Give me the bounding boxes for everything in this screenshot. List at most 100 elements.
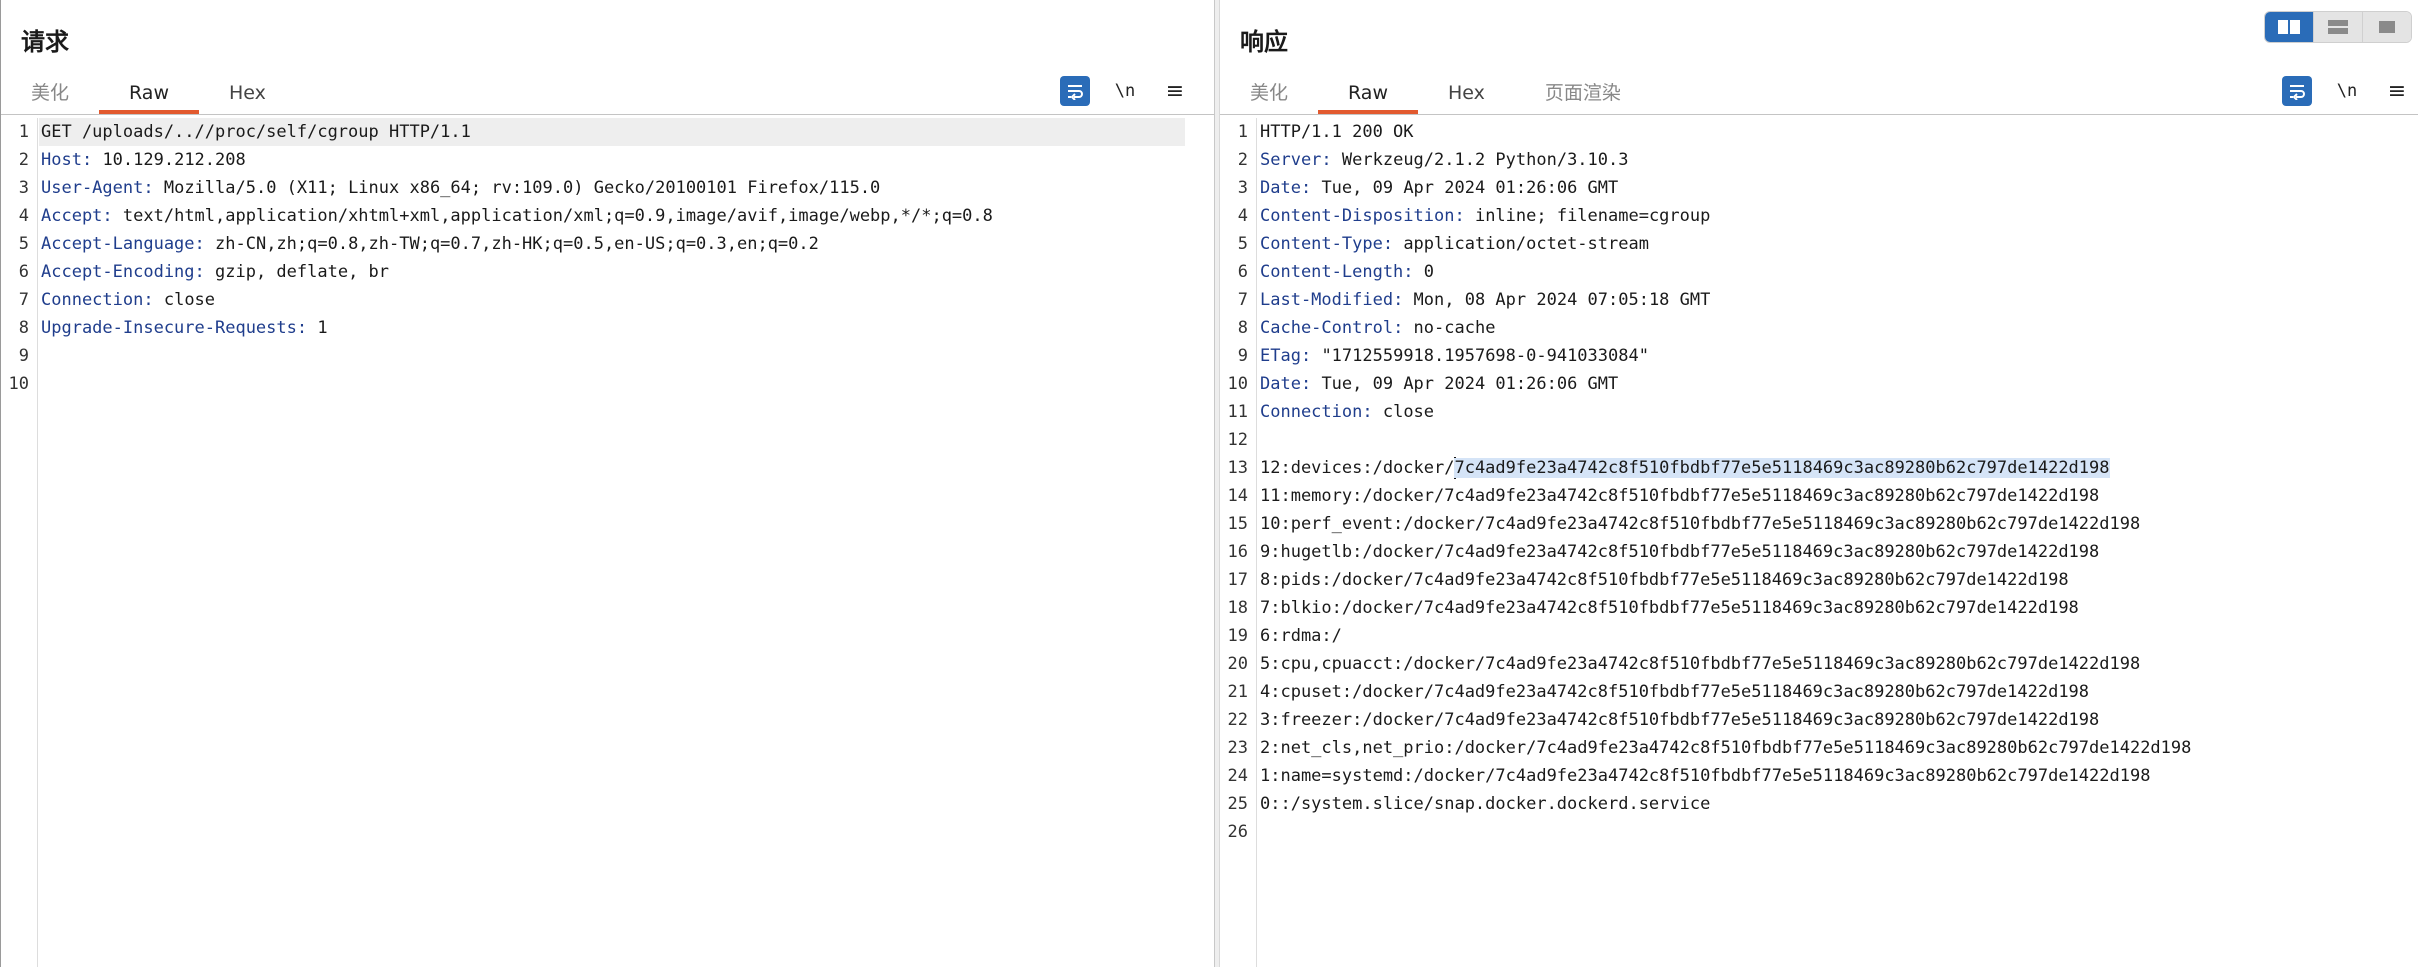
response-tabs: 美化 Raw Hex 页面渲染 — [1220, 78, 1651, 114]
line-number: 20 — [1227, 654, 1248, 674]
editor-line[interactable]: 3 User-Agent: Mozilla/5.0 (X11; Linux x86… — [1, 174, 1214, 202]
header-colon: : — [194, 262, 205, 282]
line-number: 8 — [18, 318, 29, 338]
line-content: 3:freezer:/docker/7c4ad9fe23a4742c8f510f… — [1260, 706, 2099, 734]
line-number: 10 — [1227, 374, 1248, 394]
editor-line[interactable]: 13 12:devices:/docker/7c4ad9fe23a4742c8f5… — [1220, 454, 2418, 482]
editor-line[interactable]: 1 GET /uploads/..//proc/self/cgroup HTTP/… — [1, 118, 1214, 146]
header-name: ETag — [1260, 346, 1301, 366]
menu-icon[interactable]: ≡ — [1160, 76, 1190, 106]
editor-line[interactable]: 8 Cache-Control: no-cache — [1220, 314, 2418, 342]
editor-line[interactable]: 23 2:net_cls,net_prio:/docker/7c4ad9fe23a… — [1220, 734, 2418, 762]
editor-line[interactable]: 12 — [1220, 426, 2418, 454]
wrap-lines-button[interactable] — [1060, 76, 1090, 106]
show-newlines-button[interactable]: \n — [1110, 76, 1140, 106]
editor-line[interactable]: 16 9:hugetlb:/docker/7c4ad9fe23a4742c8f51… — [1220, 538, 2418, 566]
line-text: 1:name=systemd:/docker/7c4ad9fe23a4742c8… — [1260, 766, 2151, 786]
editor-line[interactable]: 6 Accept-Encoding: gzip, deflate, br — [1, 258, 1214, 286]
line-content: 8:pids:/docker/7c4ad9fe23a4742c8f510fbdb… — [1260, 566, 2069, 594]
header-value: application/octet-stream — [1393, 234, 1649, 254]
request-title: 请求 — [21, 28, 69, 56]
editor-line[interactable]: 10 — [1, 370, 1214, 398]
tab-hex[interactable]: Hex — [1418, 78, 1515, 114]
tab-raw[interactable]: Raw — [99, 78, 199, 114]
tab-hex[interactable]: Hex — [199, 78, 296, 114]
editor-line[interactable]: 18 7:blkio:/docker/7c4ad9fe23a4742c8f510f… — [1220, 594, 2418, 622]
response-editor[interactable]: 1 HTTP/1.1 200 OK 2 Server: Werkzeug/2.1.2 … — [1220, 118, 2418, 967]
editor-line[interactable]: 2 Server: Werkzeug/2.1.2 Python/3.10.3 — [1220, 146, 2418, 174]
line-content: 0::/system.slice/snap.docker.dockerd.ser… — [1260, 790, 1710, 818]
editor-line[interactable]: 25 0::/system.slice/snap.docker.dockerd.s… — [1220, 790, 2418, 818]
header-colon: : — [1393, 290, 1404, 310]
editor-line[interactable]: 8 Upgrade-Insecure-Requests: 1 — [1, 314, 1214, 342]
header-name: Date — [1260, 374, 1301, 394]
layout-switch — [2264, 11, 2412, 43]
line-number: 19 — [1227, 626, 1248, 646]
response-lines: 1 HTTP/1.1 200 OK 2 Server: Werkzeug/2.1.2 … — [1220, 118, 2418, 846]
line-number: 4 — [18, 206, 29, 226]
line-content: 1:name=systemd:/docker/7c4ad9fe23a4742c8… — [1260, 762, 2150, 790]
header-colon: : — [1454, 206, 1465, 226]
line-content: GET /uploads/..//proc/self/cgroup HTTP/1… — [41, 118, 471, 146]
editor-line[interactable]: 9 — [1, 342, 1214, 370]
header-colon: : — [81, 150, 93, 170]
header-colon: : — [1321, 150, 1332, 170]
editor-line[interactable]: 2 Host: 10.129.212.208 — [1, 146, 1214, 174]
line-number: 7 — [18, 290, 29, 310]
header-value: zh-CN,zh;q=0.8,zh-TW;q=0.7,zh-HK;q=0.5,e… — [204, 234, 819, 254]
line-number: 9 — [1237, 346, 1248, 366]
line-content: 2:net_cls,net_prio:/docker/7c4ad9fe23a47… — [1260, 734, 2191, 762]
editor-line[interactable]: 4 Content-Disposition: inline; filename=c… — [1220, 202, 2418, 230]
line-number: 6 — [1237, 262, 1248, 282]
editor-line[interactable]: 15 10:perf_event:/docker/7c4ad9fe23a4742c… — [1220, 510, 2418, 538]
line-content: 11:memory:/docker/7c4ad9fe23a4742c8f510f… — [1260, 482, 2099, 510]
line-content: 4:cpuset:/docker/7c4ad9fe23a4742c8f510fb… — [1260, 678, 2089, 706]
request-editor[interactable]: 1 GET /uploads/..//proc/self/cgroup HTTP/… — [1, 118, 1214, 967]
wrap-lines-button[interactable] — [2282, 76, 2312, 106]
editor-line[interactable]: 7 Last-Modified: Mon, 08 Apr 2024 07:05:1… — [1220, 286, 2418, 314]
line-text: 3:freezer:/docker/7c4ad9fe23a4742c8f510f… — [1260, 710, 2100, 730]
editor-line[interactable]: 9 ETag: "1712559918.1957698-0-941033084" — [1220, 342, 2418, 370]
editor-line[interactable]: 3 Date: Tue, 09 Apr 2024 01:26:06 GMT — [1220, 174, 2418, 202]
line-content: 12:devices:/docker/7c4ad9fe23a4742c8f510… — [1260, 454, 2110, 482]
line-text: 12:devices:/docker/ — [1260, 458, 1455, 478]
line-content: User-Agent: Mozilla/5.0 (X11; Linux x86_… — [41, 174, 880, 202]
line-content: Host: 10.129.212.208 — [41, 146, 246, 174]
layout-single-button[interactable] — [2362, 12, 2411, 42]
line-number: 14 — [1227, 486, 1248, 506]
editor-line[interactable]: 22 3:freezer:/docker/7c4ad9fe23a4742c8f51… — [1220, 706, 2418, 734]
editor-line[interactable]: 19 6:rdma:/ — [1220, 622, 2418, 650]
line-number: 21 — [1227, 682, 1248, 702]
header-value: 1 — [307, 318, 328, 338]
editor-line[interactable]: 5 Content-Type: application/octet-stream — [1220, 230, 2418, 258]
editor-line[interactable]: 1 HTTP/1.1 200 OK — [1220, 118, 2418, 146]
header-value: "1712559918.1957698-0-941033084" — [1311, 346, 1649, 366]
header-colon: : — [1300, 374, 1312, 394]
editor-line[interactable]: 21 4:cpuset:/docker/7c4ad9fe23a4742c8f510… — [1220, 678, 2418, 706]
editor-line[interactable]: 7 Connection: close — [1, 286, 1214, 314]
header-colon: : — [194, 234, 205, 254]
editor-line[interactable]: 4 Accept: text/html,application/xhtml+xml… — [1, 202, 1214, 230]
tab-raw[interactable]: Raw — [1318, 78, 1418, 114]
editor-line[interactable]: 24 1:name=systemd:/docker/7c4ad9fe23a4742… — [1220, 762, 2418, 790]
editor-line[interactable]: 5 Accept-Language: zh-CN,zh;q=0.8,zh-TW;q… — [1, 230, 1214, 258]
editor-line[interactable]: 10 Date: Tue, 09 Apr 2024 01:26:06 GMT — [1220, 370, 2418, 398]
editor-line[interactable]: 20 5:cpu,cpuacct:/docker/7c4ad9fe23a4742c… — [1220, 650, 2418, 678]
tab-pretty[interactable]: 美化 — [1220, 78, 1318, 114]
wrap-lines-icon — [1068, 85, 1083, 100]
menu-icon[interactable]: ≡ — [2382, 76, 2412, 106]
tab-pretty[interactable]: 美化 — [1, 78, 99, 114]
editor-line[interactable]: 17 8:pids:/docker/7c4ad9fe23a4742c8f510fb… — [1220, 566, 2418, 594]
editor-line[interactable]: 14 11:memory:/docker/7c4ad9fe23a4742c8f51… — [1220, 482, 2418, 510]
line-content: Content-Type: application/octet-stream — [1260, 230, 1649, 258]
layout-side-by-side-button[interactable] — [2265, 12, 2313, 42]
line-text: 6:rdma:/ — [1260, 626, 1342, 646]
show-newlines-button[interactable]: \n — [2332, 76, 2362, 106]
header-name: Content-Disposition — [1260, 206, 1455, 226]
editor-line[interactable]: 6 Content-Length: 0 — [1220, 258, 2418, 286]
layout-stacked-button[interactable] — [2313, 12, 2362, 42]
header-value: no-cache — [1403, 318, 1496, 338]
editor-line[interactable]: 11 Connection: close — [1220, 398, 2418, 426]
editor-line[interactable]: 26 — [1220, 818, 2418, 846]
tab-render[interactable]: 页面渲染 — [1515, 78, 1651, 114]
